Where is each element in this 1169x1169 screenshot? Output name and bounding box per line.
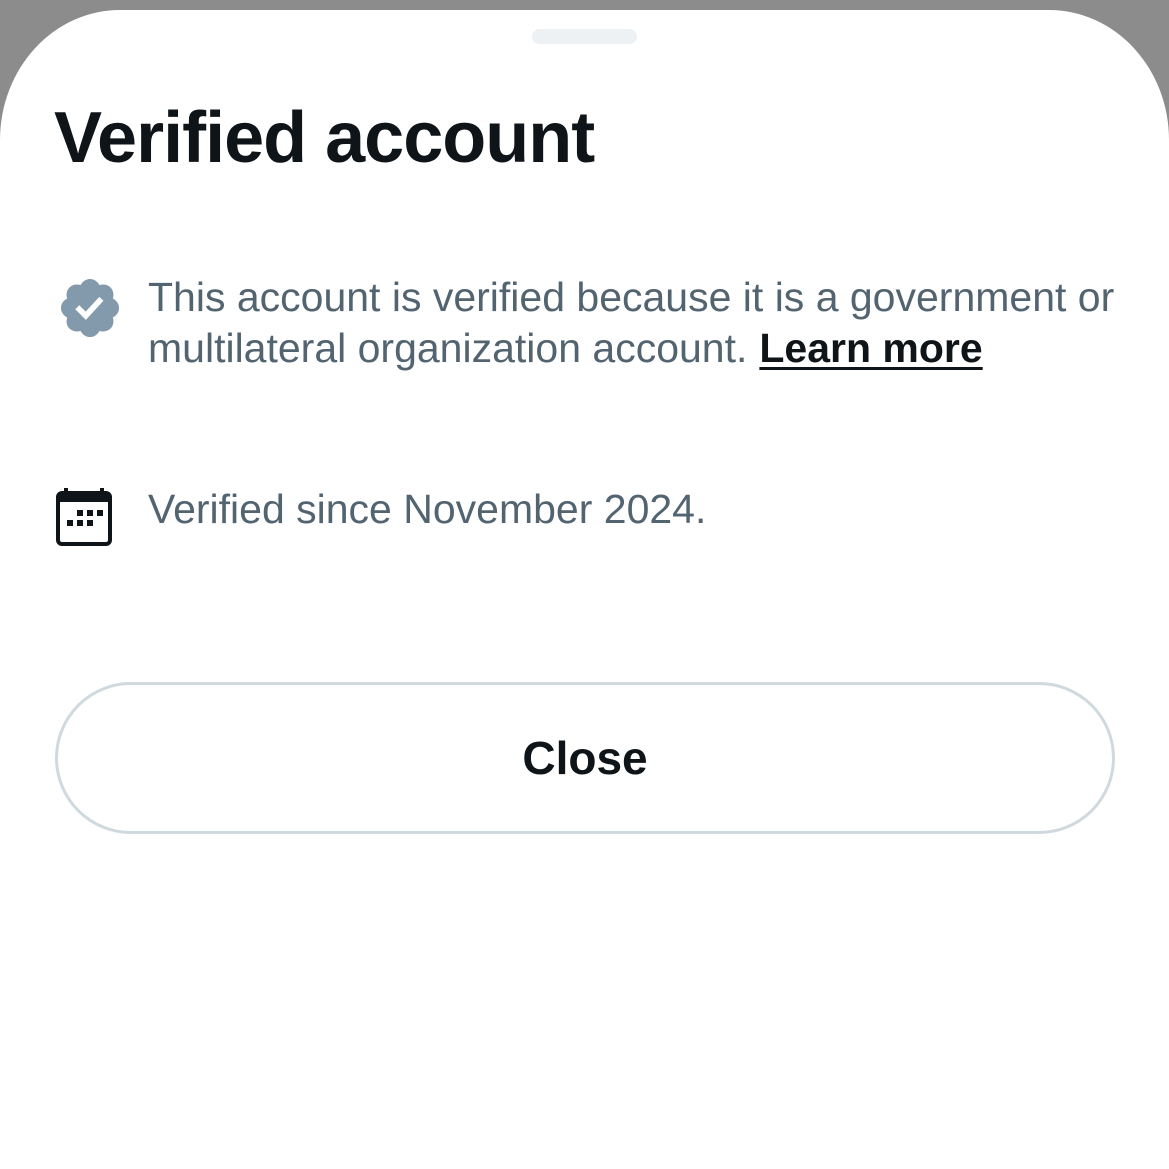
- verified-badge-icon: [60, 278, 120, 338]
- calendar-icon: [56, 488, 112, 546]
- verified-since-text: Verified since November 2024.: [148, 486, 707, 532]
- sheet-grabber-handle[interactable]: [532, 29, 637, 44]
- learn-more-link[interactable]: Learn more: [759, 325, 982, 371]
- close-button[interactable]: Close: [55, 682, 1115, 834]
- sheet-title: Verified account: [54, 98, 595, 178]
- verification-reason-text: This account is verified because it is a…: [148, 272, 1138, 374]
- bottom-sheet: Verified account This account is verifie…: [0, 10, 1169, 1169]
